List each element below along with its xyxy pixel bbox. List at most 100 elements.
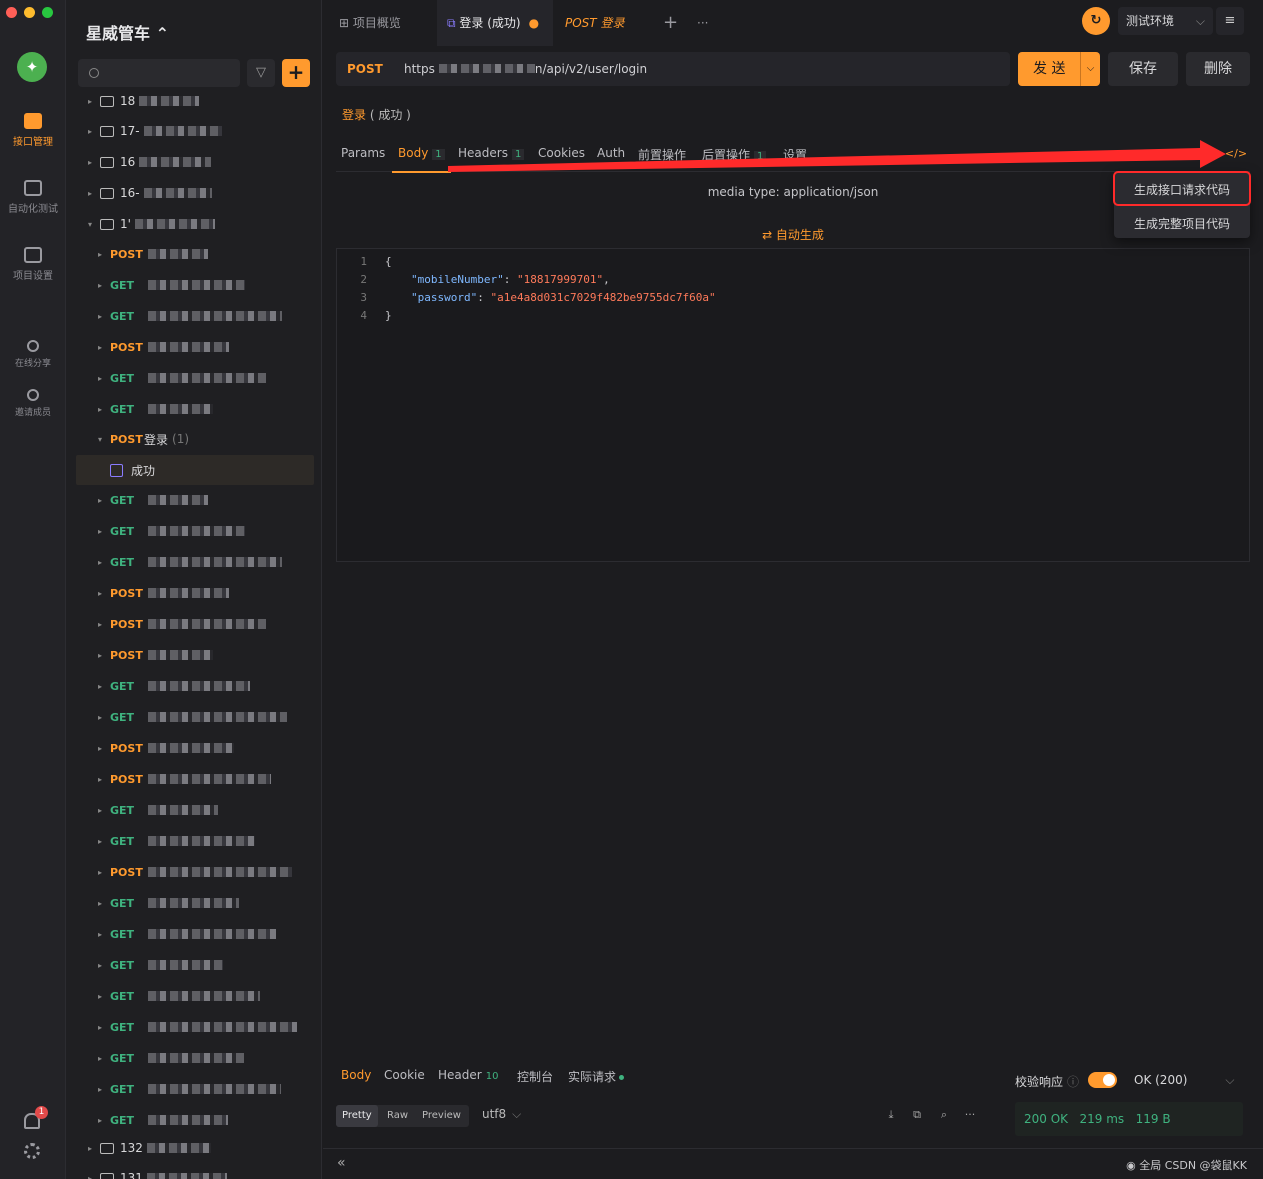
api-row[interactable]: ▸ GET [66,394,321,424]
api-row[interactable]: ▸ POST [66,733,321,763]
maximize-window-button[interactable] [42,7,53,18]
api-row[interactable]: ▸ GET [66,547,321,577]
example-success[interactable]: 成功 [76,455,314,485]
resp-tab-cookie[interactable]: Cookie [384,1068,425,1082]
delete-button[interactable]: 删除 [1186,52,1250,86]
url-bar[interactable]: POST https n/api/v2/user/login [336,52,1010,86]
api-group-login[interactable]: ▾ POST 登录 (1) [66,424,321,454]
generate-project-code-item[interactable]: 生成完整项目代码 [1114,208,1250,240]
resp-tab-actual-request[interactable]: 实际请求 [568,1068,625,1085]
filter-button[interactable]: ▽ [247,59,275,87]
tab-login-success[interactable]: ⧉ 登录 (成功) ● [437,0,553,46]
close-window-button[interactable] [6,7,17,18]
format-preview[interactable]: Preview [416,1105,467,1127]
tab-auth[interactable]: Auth [597,146,625,160]
download-icon[interactable]: ⤓ [884,1108,898,1122]
tab-headers[interactable]: Headers 1 [458,146,525,160]
api-row[interactable]: ▸ GET [66,1012,321,1042]
project-switcher[interactable]: 星威管车 ⌃ [86,20,169,44]
tab-post-script[interactable]: 后置操作 1 [702,146,767,163]
new-tab-button[interactable]: + [663,0,679,46]
auto-generate-button[interactable]: ⇄ 自动生成 [336,226,1250,243]
copy-icon[interactable]: ⧉ [910,1108,924,1122]
env-sync-icon[interactable]: ↻ [1082,7,1110,35]
api-row[interactable]: ▸ POST [66,640,321,670]
method-select[interactable]: POST [347,62,383,76]
tab-post-login[interactable]: POST 登录 [565,0,645,46]
search-icon[interactable]: ⌕ [937,1108,951,1122]
rail-automation-test[interactable]: 自动化测试 [0,180,66,215]
method-badge: GET [110,1113,135,1127]
tab-pre-script[interactable]: 前置操作 [638,146,686,163]
add-button[interactable]: + [282,59,310,87]
environment-select[interactable]: 测试环境 ⌵ [1118,7,1213,35]
api-row[interactable]: ▸ GET [66,301,321,331]
collapse-sidebar-button[interactable]: « [337,1155,346,1171]
rail-invite-members[interactable]: 邀请成员 [0,389,66,418]
folder-row[interactable]: ▸ 18 [66,86,321,116]
url-input[interactable]: https n/api/v2/user/login [404,62,647,76]
api-row[interactable]: ▸ POST [66,332,321,362]
api-row[interactable]: ▸ GET [66,1043,321,1073]
env-menu-button[interactable]: ≡ [1216,7,1244,35]
tab-project-overview[interactable]: ⊞ 项目概览 [339,0,437,46]
chevron-down-icon[interactable]: ⌵ [1080,52,1100,86]
api-row[interactable]: ▸ GET [66,1105,321,1135]
api-row[interactable]: ▸ POST [66,239,321,269]
format-raw[interactable]: Raw [381,1105,414,1127]
folder-row[interactable]: ▸ 16 [66,147,321,177]
api-row[interactable]: ▸ GET [66,981,321,1011]
api-row[interactable]: ▸ GET [66,671,321,701]
api-row[interactable]: ▸ POST [66,578,321,608]
folder-row[interactable]: ▸ 131 [66,1163,321,1179]
verify-toggle[interactable] [1088,1072,1117,1088]
api-row[interactable]: ▸ GET [66,826,321,856]
api-row[interactable]: ▸ GET [66,702,321,732]
more-icon[interactable]: ··· [963,1108,977,1122]
tab-body[interactable]: Body 1 [392,146,451,173]
api-row[interactable]: ▸ GET [66,270,321,300]
resp-tab-body[interactable]: Body [341,1068,371,1082]
encoding-select[interactable]: utf8 ⌵ [482,1107,521,1122]
api-row[interactable]: ▸ GET [66,516,321,546]
folder-row[interactable]: ▸ 132 [66,1133,321,1163]
tab-settings[interactable]: 设置 [783,146,807,163]
redacted-text [139,96,200,106]
api-row[interactable]: ▸ GET [66,485,321,515]
schema-label: OK (200) [1134,1073,1188,1087]
body-editor[interactable]: 1 2 3 4 { "mobileNumber": "18817999701",… [336,248,1250,562]
api-row[interactable]: ▸ GET [66,950,321,980]
folder-row[interactable]: ▸ 17- [66,116,321,146]
resp-tab-header[interactable]: Header 10 [438,1068,498,1082]
redacted-text [146,1173,227,1179]
api-row[interactable]: ▸ POST [66,609,321,639]
gear-icon[interactable] [24,1143,40,1159]
api-row[interactable]: ▸ POST [66,764,321,794]
request-name[interactable]: 登录 ( 成功 ) [342,106,411,123]
format-pretty[interactable]: Pretty [336,1105,378,1127]
rail-online-share[interactable]: 在线分享 [0,340,66,369]
api-row[interactable]: ▸ GET [66,888,321,918]
api-row[interactable]: ▸ GET [66,363,321,393]
folder-row-open[interactable]: ▾ 1' [66,209,321,239]
save-button[interactable]: 保存 [1108,52,1178,86]
rail-project-settings[interactable]: 项目设置 [0,247,66,282]
api-row[interactable]: ▸ GET [66,919,321,949]
response-schema-select[interactable]: OK (200) ⌵ [1134,1073,1235,1088]
search-input[interactable] [78,59,240,87]
code-icon[interactable]: </> [1224,145,1248,163]
caret-right-icon: ▸ [97,619,102,629]
more-tabs-button[interactable]: ··· [697,0,713,46]
folder-row[interactable]: ▸ 16- [66,178,321,208]
api-row[interactable]: ▸ GET [66,1074,321,1104]
minimize-window-button[interactable] [24,7,35,18]
send-button[interactable]: 发 送 ⌵ [1018,52,1100,86]
rail-api-management[interactable]: 接口管理 [0,113,66,148]
redacted-text [146,1143,211,1153]
resp-tab-console[interactable]: 控制台 [517,1068,553,1085]
api-row[interactable]: ▸ GET [66,795,321,825]
api-row[interactable]: ▸ POST [66,857,321,887]
tab-cookies[interactable]: Cookies [538,146,585,160]
tab-params[interactable]: Params [341,146,385,160]
caret-right-icon: ▸ [97,805,102,815]
